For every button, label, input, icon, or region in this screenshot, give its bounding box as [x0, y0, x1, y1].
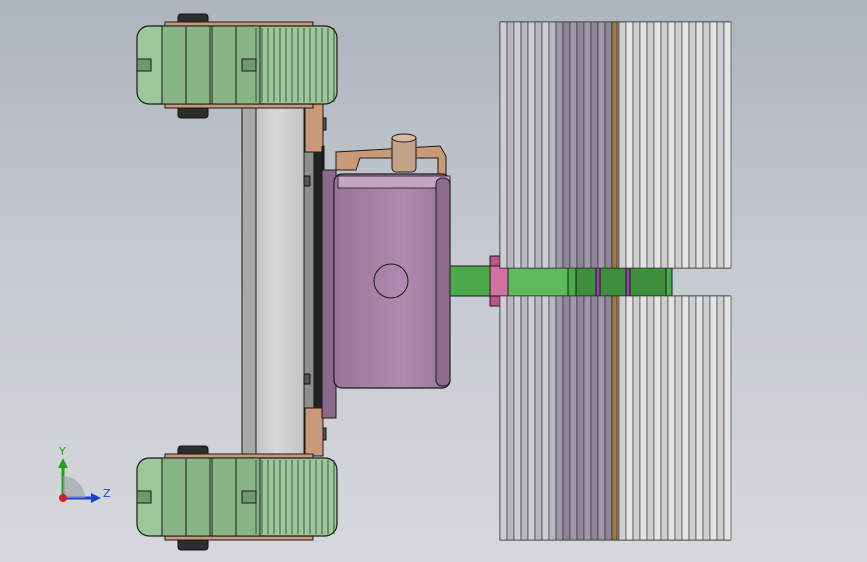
brush-bristle [667, 21, 676, 269]
brush-roller-lower [499, 295, 732, 541]
brush-bristle [695, 21, 704, 269]
brush-bristle [681, 21, 690, 269]
brush-bristle [520, 21, 529, 269]
brush-bristle [527, 21, 536, 269]
brush-bristle [702, 21, 711, 269]
brush-bristle [541, 21, 550, 269]
assembly-drawing: Y Z [58, 13, 732, 551]
brush-roller-upper [499, 21, 732, 269]
brush-bristle [534, 295, 543, 541]
brush-bristle [534, 21, 543, 269]
brush-bristle [569, 295, 578, 541]
brush-bristle [674, 295, 683, 541]
brush-bristle [548, 21, 557, 269]
brush-bristle [576, 295, 585, 541]
brush-bristle [688, 21, 697, 269]
brush-bristle [667, 295, 676, 541]
brush-bristle [632, 295, 641, 541]
brush-bristle [681, 295, 690, 541]
brush-bristle [569, 21, 578, 269]
brush-bristle [562, 21, 571, 269]
brush-bristle [506, 21, 515, 269]
brush-bristle [639, 295, 648, 541]
brush-bristle [548, 295, 557, 541]
brush-bristle [716, 295, 725, 541]
wheel-bottom [136, 445, 338, 551]
frame-plate [241, 103, 327, 457]
brush-bristle [625, 21, 634, 269]
brush-bristle [723, 21, 732, 269]
brush-bristle [590, 21, 599, 269]
brush-core [611, 21, 618, 269]
brush-bristle [695, 295, 704, 541]
brush-bristle [688, 295, 697, 541]
brush-bristle [618, 21, 627, 269]
brush-bristle [583, 295, 592, 541]
brush-bristle [639, 21, 648, 269]
brush-bristle [499, 295, 508, 541]
brush-bristle [709, 21, 718, 269]
brush-bristle [674, 21, 683, 269]
brush-bristle [541, 295, 550, 541]
brush-bristle [590, 295, 599, 541]
motor-housing [321, 133, 451, 419]
brush-bristle [646, 21, 655, 269]
axis-triad: Y Z [58, 445, 111, 503]
brush-bristle [583, 21, 592, 269]
brush-bristle [660, 21, 669, 269]
axis-z-label: Z [103, 487, 111, 500]
brush-bristle [604, 295, 613, 541]
brush-bristle [653, 21, 662, 269]
brush-bristle [513, 21, 522, 269]
brush-bristle [660, 295, 669, 541]
tire-notch [241, 490, 257, 504]
axis-y-label: Y [58, 445, 66, 458]
brush-bristle [604, 21, 613, 269]
brush-bristle [597, 295, 606, 541]
brush-bristle [555, 295, 564, 541]
brush-core [611, 295, 618, 541]
brush-bristle [709, 295, 718, 541]
brush-bristle [625, 295, 634, 541]
brush-bristle [646, 295, 655, 541]
brush-bristle [653, 295, 662, 541]
brush-bristle [618, 295, 627, 541]
brush-bristle [513, 295, 522, 541]
brush-bristle [716, 21, 725, 269]
brush-bristle [520, 295, 529, 541]
brush-bristle [597, 21, 606, 269]
brush-bristle [555, 21, 564, 269]
brush-bristle [506, 295, 515, 541]
brush-bristle [632, 21, 641, 269]
brush-bristle [702, 295, 711, 541]
brush-bristle [527, 295, 536, 541]
tire-notch [241, 58, 257, 72]
brush-bristle [723, 295, 732, 541]
brush-bristle [562, 295, 571, 541]
brush-bristle [499, 21, 508, 269]
cad-viewport[interactable]: Y Z [0, 0, 867, 562]
tire-notch [136, 58, 152, 72]
tire-notch [136, 490, 152, 504]
brush-bristle [576, 21, 585, 269]
wheel-top [136, 13, 338, 119]
